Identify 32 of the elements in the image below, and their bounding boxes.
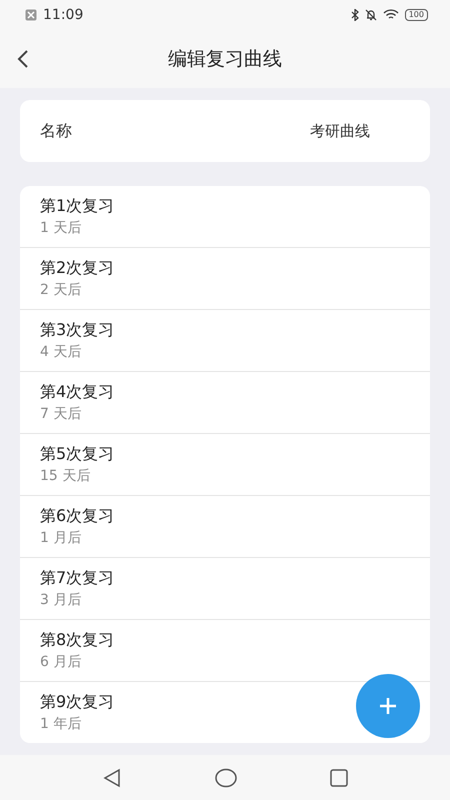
review-interval: 15 天后 (40, 467, 90, 485)
review-interval: 6 月后 (40, 653, 82, 671)
status-time: 11:09 (43, 7, 84, 23)
review-interval: 1 天后 (40, 219, 82, 237)
review-title: 第5次复习 (40, 444, 114, 465)
review-title: 第1次复习 (40, 196, 114, 217)
name-value[interactable]: 考研曲线 (310, 122, 370, 140)
review-title: 第9次复习 (40, 692, 114, 713)
review-interval: 4 天后 (40, 343, 82, 361)
chevron-left-icon (17, 50, 29, 68)
review-title: 第4次复习 (40, 382, 114, 403)
wifi-icon (382, 9, 399, 21)
nav-back-icon[interactable] (102, 768, 122, 788)
battery-level: 100 (404, 9, 428, 21)
review-title: 第6次复习 (40, 506, 114, 527)
page-title: 编辑复习曲线 (168, 47, 282, 72)
plus-icon (378, 696, 398, 716)
notification-icon (25, 9, 37, 21)
review-title: 第8次复习 (40, 630, 114, 651)
name-label: 名称 (40, 120, 72, 142)
review-title: 第7次复习 (40, 568, 114, 589)
bell-muted-icon (364, 9, 377, 21)
review-interval: 1 月后 (40, 529, 82, 547)
review-title: 第2次复习 (40, 258, 114, 279)
nav-home-icon[interactable] (214, 768, 237, 788)
nav-recent-icon[interactable] (330, 768, 348, 786)
review-interval: 2 天后 (40, 281, 82, 299)
review-interval: 1 年后 (40, 715, 82, 733)
review-title: 第3次复习 (40, 320, 114, 341)
review-interval: 7 天后 (40, 405, 82, 423)
review-interval: 3 月后 (40, 591, 82, 609)
bluetooth-icon (350, 9, 359, 21)
